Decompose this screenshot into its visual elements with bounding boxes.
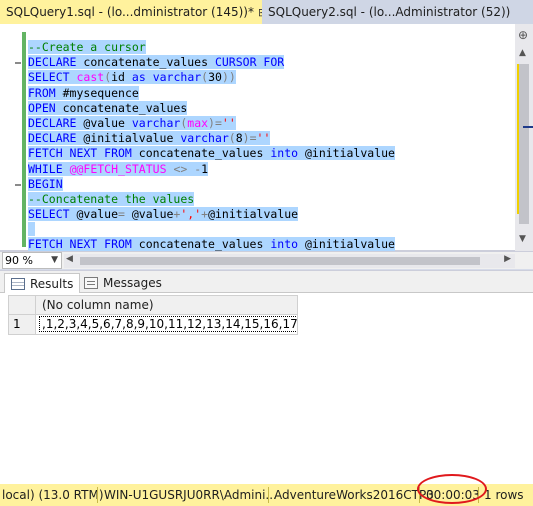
tab-label: SQLQuery1.sql - (lo...dministrator (145)… [6,5,254,19]
status-user: WIN-U1GUSRJU0RR\Admini... [104,488,277,502]
grid-header: (No column name) [8,295,298,315]
tab-results[interactable]: Results [4,273,81,293]
zoom-value: 90 % [5,254,33,267]
code-text[interactable]: --Create a cursor DECLARE concatenate_va… [28,40,395,253]
results-panel: Results Messages (No column name) 1 ,1,2… [0,270,533,484]
grid-corner[interactable] [8,295,36,315]
code-line [28,222,395,237]
code-line: SELECT @value= @value+','+@initialvalue [28,207,299,222]
zoom-dropdown[interactable]: 90 % ▼ [2,252,62,269]
tab-label: Results [30,276,74,291]
scroll-thumb[interactable] [80,257,480,265]
tab-messages[interactable]: Messages [78,273,168,293]
status-database: AdventureWorks2016CTP3 [274,488,434,502]
status-separator [97,487,98,503]
scroll-left-icon[interactable]: ◀ [66,254,73,264]
chevron-down-icon[interactable]: ▼ [51,253,58,268]
query-editor[interactable]: --Create a cursor DECLARE concatenate_va… [0,24,533,253]
editor-horizontal-scrollbar[interactable]: ◀ ▶ [64,254,515,268]
code-line: WHILE @@FETCH_STATUS <> -1 [28,161,209,176]
tab-sqlquery2[interactable]: SQLQuery2.sql - (lo...Administrator (52)… [262,0,533,24]
code-line: --Create a cursor [28,40,146,54]
results-tab-strip: Results Messages [0,271,533,293]
scroll-right-icon[interactable]: ▶ [504,254,511,264]
tab-label: Messages [103,276,162,290]
grid-icon [11,277,25,290]
code-line: BEGIN [28,176,63,191]
change-tracking-bar [22,32,26,247]
grid-cell[interactable]: ,1,2,3,4,5,6,7,8,9,10,11,12,13,14,15,16,… [36,315,298,335]
code-line: DECLARE @value varchar(max)='' [28,115,236,130]
scroll-thumb[interactable] [519,64,529,224]
status-server: local) (13.0 RTM) [2,488,104,502]
column-header[interactable]: (No column name) [36,295,298,315]
tab-sqlquery1[interactable]: SQLQuery1.sql - (lo...dministrator (145)… [0,0,281,24]
highlight-ring [417,474,487,504]
status-separator [268,487,269,503]
code-line: --Concatenate the values [28,191,195,206]
document-tab-strip: SQLQuery1.sql - (lo...dministrator (145)… [0,0,533,24]
table-row[interactable]: 1 ,1,2,3,4,5,6,7,8,9,10,11,12,13,14,15,1… [8,315,298,335]
code-line: FETCH NEXT FROM concatenate_values into … [28,146,395,161]
editor-gutter [0,24,22,250]
scroll-down-icon[interactable]: ▼ [519,234,526,244]
editor-vertical-scrollbar[interactable]: ⊕ ▲ ▼ [515,24,533,251]
caret-marker [523,126,533,128]
tab-label: SQLQuery2.sql - (lo...Administrator (52)… [268,5,511,19]
code-line: DECLARE concatenate_values CURSOR FOR [28,55,285,70]
code-line: OPEN concatenate_values [28,100,188,115]
split-icon[interactable]: ⊕ [518,28,528,42]
collapse-marker[interactable] [15,62,21,64]
cell-value: ,1,2,3,4,5,6,7,8,9,10,11,12,13,14,15,16,… [38,316,297,332]
zoom-bar: 90 % ▼ ◀ ▶ [0,251,533,269]
status-row-count: 1 rows [484,488,524,502]
scroll-up-icon[interactable]: ▲ [519,48,526,58]
messages-icon [84,277,98,289]
collapse-marker[interactable] [15,184,21,186]
code-line: FROM #mysequence [28,85,139,100]
results-grid[interactable]: (No column name) 1 ,1,2,3,4,5,6,7,8,9,10… [8,295,298,335]
code-line: DECLARE @initialvalue varchar(8)='' [28,131,271,146]
code-line: SELECT cast(id as varchar(30)) [28,70,236,85]
row-number[interactable]: 1 [8,315,36,335]
